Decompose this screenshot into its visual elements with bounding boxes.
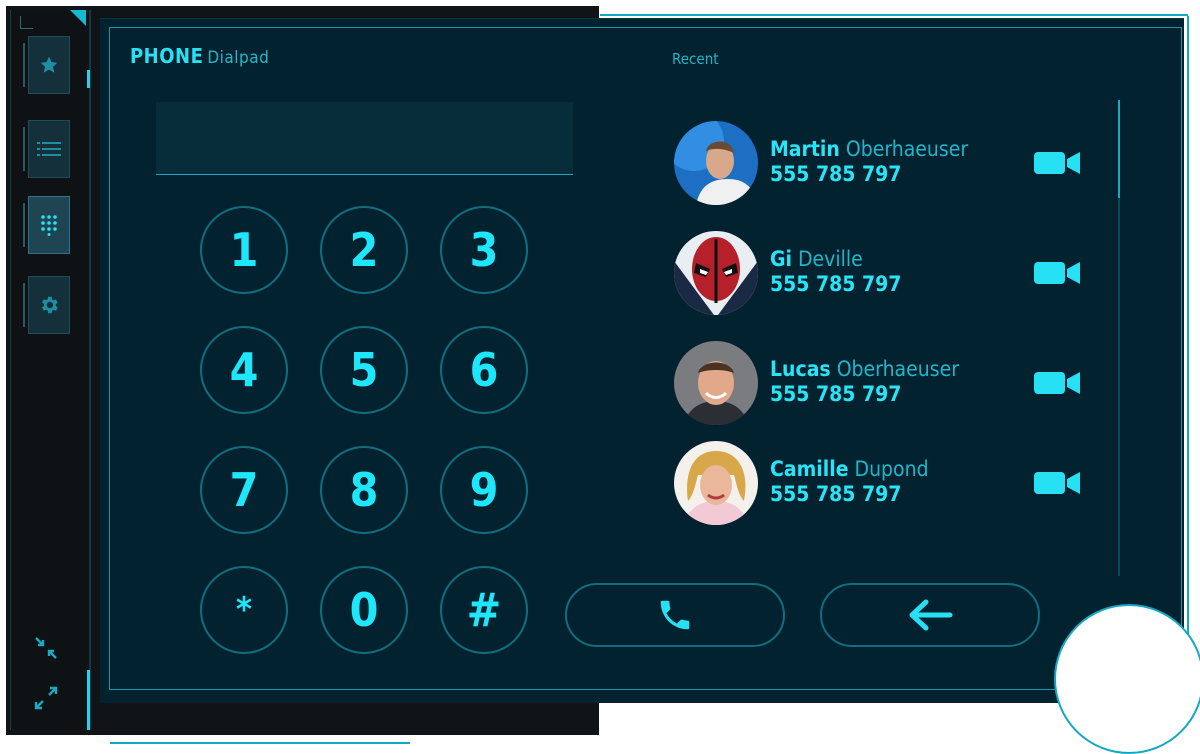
contact-first-name: Camille [770,457,849,481]
contact-name: Martin Oberhaeuser [770,137,968,161]
key-label: 0 [349,583,379,637]
contact-phone: 555 785 797 [770,382,902,406]
key-label: 6 [469,343,499,397]
nav-bar [23,127,25,171]
app-title: PHONE [130,44,204,68]
sidebar-edge-highlight [87,670,90,730]
corner-accent [70,10,86,26]
contact-last-name: Deville [797,247,863,271]
list-icon [37,142,61,156]
avatar [674,341,758,425]
key-1[interactable]: 1 [200,206,288,294]
phone-icon [660,600,690,630]
key-label: 5 [349,343,379,397]
sidebar-item-favorites[interactable] [23,36,70,94]
key-7[interactable]: 7 [200,446,288,534]
key-6[interactable]: 6 [440,326,528,414]
key-label: 2 [349,223,379,277]
key-star[interactable]: * [200,566,288,654]
back-arrow-icon [909,599,953,631]
sidebar [10,10,91,730]
call-button[interactable] [565,583,785,647]
contact-last-name: Dupond [854,457,929,481]
key-label: 8 [349,463,379,517]
app-subtitle: Dialpad [207,48,270,68]
key-9[interactable]: 9 [440,446,528,534]
nav-bar [23,283,25,327]
recent-scrollbar[interactable] [1118,100,1120,576]
contact-first-name: Gi [770,247,792,271]
avatar [674,441,758,525]
contact-first-name: Lucas [770,357,831,381]
corner-cutout [1054,604,1200,754]
contact-last-name: Oberhaeuser [836,357,959,381]
contact-item[interactable]: Martin Oberhaeuser 555 785 797 [672,121,1092,207]
avatar [674,121,758,205]
contact-phone: 555 785 797 [770,272,902,296]
frame-top-rule [600,14,1188,16]
page-title: PHONE Dialpad [130,44,269,68]
dial-display[interactable] [156,102,573,175]
key-label: # [466,583,502,637]
contact-first-name: Martin [770,137,840,161]
key-label: 1 [229,223,259,277]
contact-item[interactable]: Gi Deville 555 785 797 [672,231,1092,317]
key-8[interactable]: 8 [320,446,408,534]
contact-phone: 555 785 797 [770,162,902,186]
contact-item[interactable]: Lucas Oberhaeuser 555 785 797 [672,341,1092,427]
gear-icon [42,296,58,314]
sidebar-item-settings[interactable] [23,276,70,334]
corner-line [20,16,33,29]
dialpad-icon [41,215,57,236]
key-4[interactable]: 4 [200,326,288,414]
sidebar-item-list[interactable] [23,120,70,178]
sidebar-edge-highlight [87,70,90,88]
expand-icon[interactable] [34,686,58,710]
key-label: 3 [469,223,499,277]
key-5[interactable]: 5 [320,326,408,414]
key-label: * [236,590,252,630]
contact-name: Lucas Oberhaeuser [770,357,959,381]
key-0[interactable]: 0 [320,566,408,654]
key-label: 7 [229,463,259,517]
video-camera-icon[interactable] [1034,261,1080,285]
video-camera-icon[interactable] [1034,151,1080,175]
avatar [674,231,758,315]
key-hash[interactable]: # [440,566,528,654]
contact-last-name: Oberhaeuser [845,137,969,161]
star-icon [40,56,58,73]
video-camera-icon[interactable] [1034,371,1080,395]
contact-item[interactable]: Camille Dupond 555 785 797 [672,441,1092,527]
sidebar-item-dialpad[interactable] [23,196,70,254]
key-label: 9 [469,463,499,517]
nav-bar [23,43,25,87]
sidebar-edge [89,10,91,730]
collapse-icon[interactable] [34,636,58,660]
contact-name: Gi Deville [770,247,863,271]
scrollbar-thumb[interactable] [1118,100,1120,198]
contact-phone: 555 785 797 [770,482,902,506]
frame-right-rule [1187,16,1189,696]
key-label: 4 [229,343,259,397]
recent-heading: Recent [672,50,719,68]
backspace-button[interactable] [820,583,1040,647]
nav-bar [23,203,25,247]
key-2[interactable]: 2 [320,206,408,294]
key-3[interactable]: 3 [440,206,528,294]
video-camera-icon[interactable] [1034,471,1080,495]
contact-name: Camille Dupond [770,457,929,481]
